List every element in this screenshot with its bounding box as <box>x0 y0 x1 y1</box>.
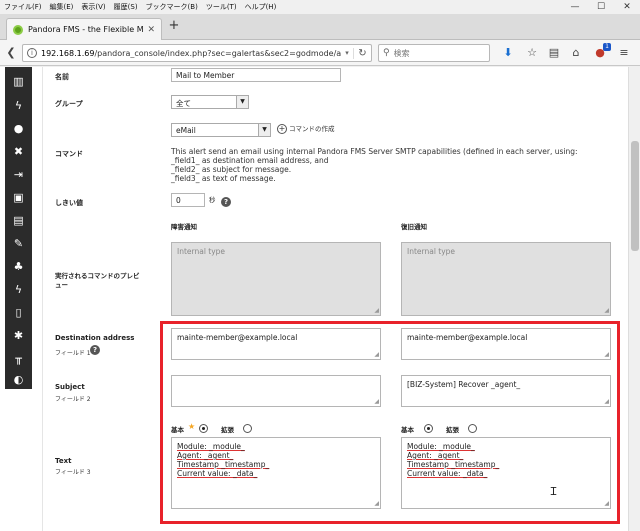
search-icon: ⚲ <box>383 48 390 58</box>
firing-column-header: 障害通知 <box>171 223 197 231</box>
command-select-value: eMail <box>176 126 196 135</box>
library-icon[interactable]: ▤ <box>546 45 562 61</box>
extension-badge: 1 <box>603 43 611 51</box>
add-command-icon[interactable]: + <box>277 124 287 134</box>
tab-close-icon[interactable]: ✕ <box>147 25 155 35</box>
sidebar-alerts-bell-icon[interactable]: ♣ <box>5 256 32 276</box>
sidebar-profile-icon[interactable]: ▣ <box>5 187 32 207</box>
recovery-column-header: 復旧通知 <box>401 223 427 231</box>
download-icon[interactable]: ⬇ <box>500 45 516 61</box>
threshold-label: しきい値 <box>55 199 83 207</box>
url-dropdown-icon[interactable]: ▾ <box>341 49 353 57</box>
url-text[interactable]: 192.168.1.69/pandora_console/index.php?s… <box>41 49 341 58</box>
command-label: コマンド <box>55 150 83 158</box>
group-label: グループ <box>55 100 83 108</box>
text-sublabel: フィールド 3 <box>55 469 91 476</box>
menu-tools[interactable]: ツール(T) <box>202 2 241 12</box>
destination-address-sublabel: フィールド 1 <box>55 350 91 357</box>
maximize-button[interactable]: ☐ <box>588 0 614 14</box>
extension-icon[interactable]: ● 1 <box>592 43 611 61</box>
page-viewport: ▥ ϟ ● ✖ ⇥ ▣ ▤ ✎ ♣ ϟ ▯ ✱ ╥ ∞ ◐ 名前 Mail to… <box>0 67 628 531</box>
command-description-line-2: _field1_ as destination email address, a… <box>171 156 329 165</box>
page-scrollbar[interactable] <box>628 67 640 531</box>
sidebar-chart-icon[interactable]: ▥ <box>5 71 32 91</box>
menu-bookmarks[interactable]: ブックマーク(B) <box>142 2 202 12</box>
sidebar-wrench-icon[interactable]: ✎ <box>5 233 32 253</box>
preview-label-line-2: ュー <box>55 281 68 289</box>
sidebar-gear-icon[interactable]: ✱ <box>5 325 32 345</box>
url-path: /pandora_console/index.php?sec=galertas&… <box>94 48 341 58</box>
close-window-button[interactable]: ✕ <box>614 0 640 14</box>
sidebar-setup-icon[interactable]: ▤ <box>5 210 32 230</box>
back-icon[interactable]: ❮ <box>3 45 19 61</box>
sidebar-lightning-icon[interactable]: ϟ <box>5 279 32 299</box>
search-bar[interactable]: ⚲ <box>378 44 490 62</box>
text-label: Text <box>55 457 72 465</box>
alert-action-form: 名前 Mail to Member グループ 全て ▼ eMail ▼ + コマ… <box>42 67 628 531</box>
reload-icon[interactable]: ↻ <box>353 47 371 59</box>
menu-bar: ファイル(F) 編集(E) 表示(V) 履歴(S) ブックマーク(B) ツール(… <box>0 0 640 14</box>
threshold-input[interactable]: 0 <box>171 193 205 207</box>
menu-history[interactable]: 履歴(S) <box>110 2 142 12</box>
scrollbar-thumb[interactable] <box>631 141 639 251</box>
url-host: 192.168.1.69 <box>41 48 95 58</box>
sidebar-events-icon[interactable]: ϟ <box>5 95 32 115</box>
name-label: 名前 <box>55 73 69 81</box>
info-icon[interactable]: i <box>27 48 37 58</box>
resize-handle-icon: ◢ <box>604 307 609 314</box>
destination-address-label: Destination address <box>55 334 135 342</box>
bookmark-star-icon[interactable]: ☆ <box>524 45 540 61</box>
menu-edit[interactable]: 編集(E) <box>46 2 78 12</box>
menu-help[interactable]: ヘルプ(H) <box>241 2 281 12</box>
menu-view[interactable]: 表示(V) <box>77 2 109 12</box>
pandora-favicon-icon <box>13 24 23 35</box>
search-input[interactable] <box>393 48 484 58</box>
subject-label: Subject <box>55 383 85 391</box>
home-icon[interactable]: ⌂ <box>568 45 584 61</box>
chevron-down-icon: ▼ <box>236 96 248 108</box>
navigation-bar: ❮ i 192.168.1.69/pandora_console/index.p… <box>0 40 640 66</box>
threshold-unit: 秒 <box>209 196 216 204</box>
sidebar-login-icon[interactable]: ⇥ <box>5 164 32 184</box>
sidebar-server-icon[interactable]: ▯ <box>5 302 32 322</box>
command-description-line-4: _field3_ as text of message. <box>171 174 276 183</box>
destination-help-icon[interactable]: ? <box>90 345 100 355</box>
group-select-value: 全て <box>176 99 191 108</box>
minimize-button[interactable]: — <box>562 0 588 14</box>
subject-sublabel: フィールド 2 <box>55 396 91 403</box>
tab-pandora[interactable]: Pandora FMS - the Flexible Mo ✕ <box>6 18 162 40</box>
preview-recovery-textarea: Internal type ◢ <box>401 242 611 316</box>
preview-recovery-text: Internal type <box>407 247 456 256</box>
highlight-annotation-box <box>160 321 620 524</box>
pandora-sidebar: ▥ ϟ ● ✖ ⇥ ▣ ▤ ✎ ♣ ϟ ▯ ✱ ╥ ∞ <box>5 67 32 389</box>
browser-window: ファイル(F) 編集(E) 表示(V) 履歴(S) ブックマーク(B) ツール(… <box>0 0 640 531</box>
command-description-line-3: _field2_ as subject for message. <box>171 165 292 174</box>
sidebar-tools-icon[interactable]: ✖ <box>5 141 32 161</box>
url-bar[interactable]: i 192.168.1.69/pandora_console/index.php… <box>22 44 372 62</box>
menu-file[interactable]: ファイル(F) <box>0 2 46 12</box>
group-select[interactable]: 全て ▼ <box>171 95 249 109</box>
hamburger-menu-icon[interactable]: ≡ <box>616 45 632 61</box>
preview-firing-text: Internal type <box>177 247 226 256</box>
sidebar-extensions-icon[interactable]: ╥ <box>5 348 32 368</box>
chevron-down-icon: ▼ <box>258 124 270 136</box>
preview-firing-textarea: Internal type ◢ <box>171 242 381 316</box>
command-select[interactable]: eMail ▼ <box>171 123 271 137</box>
tab-title: Pandora FMS - the Flexible Mo <box>28 25 144 34</box>
name-input[interactable]: Mail to Member <box>171 68 341 82</box>
sidebar-pandora-logo-icon[interactable]: ◐ <box>5 369 32 389</box>
create-command-link[interactable]: コマンドの作成 <box>289 125 335 134</box>
resize-handle-icon: ◢ <box>374 307 379 314</box>
tab-strip: Pandora FMS - the Flexible Mo ✕ <box>0 14 640 40</box>
new-tab-button[interactable]: + <box>166 19 182 35</box>
command-description-line-1: This alert send an email using internal … <box>171 147 578 156</box>
threshold-help-icon[interactable]: ? <box>221 197 231 207</box>
sidebar-user-icon[interactable]: ● <box>5 118 32 138</box>
